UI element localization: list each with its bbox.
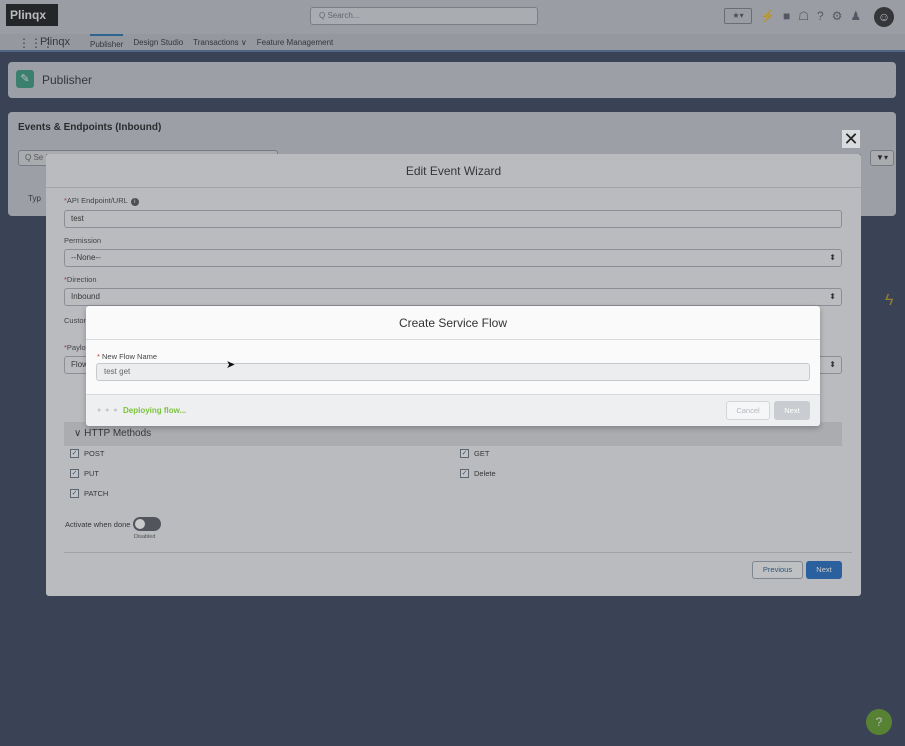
deploy-status: Deploying flow... xyxy=(123,406,187,415)
required-marker: * xyxy=(97,352,100,361)
flow-name-label-text: New Flow Name xyxy=(102,352,158,361)
create-service-flow-modal: Create Service Flow * New Flow Name test… xyxy=(86,306,820,426)
modal-next-button[interactable]: Next xyxy=(774,401,810,420)
spinner-icon: ● ● ● xyxy=(97,407,119,414)
modal-footer: ● ● ● Deploying flow... Cancel Next xyxy=(86,394,820,426)
flow-name-label: * New Flow Name xyxy=(97,352,157,361)
close-icon[interactable]: ✕ xyxy=(842,130,860,148)
mouse-cursor-icon: ➤ xyxy=(226,359,236,371)
modal-title: Create Service Flow xyxy=(86,306,820,340)
cancel-button[interactable]: Cancel xyxy=(726,401,770,420)
flow-name-input[interactable]: test get xyxy=(96,363,810,381)
